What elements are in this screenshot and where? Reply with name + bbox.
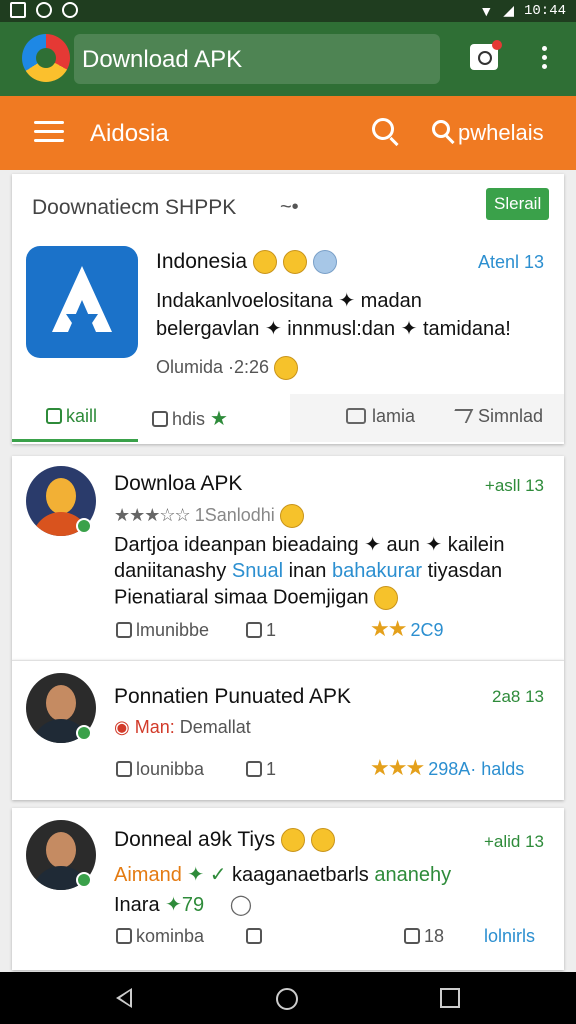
verified-badge-icon	[76, 518, 92, 534]
loading-icon: ~•	[280, 196, 299, 218]
post-card[interactable]: Ponnatien Punuated APK 2a8 13 ◉ Man: Dem…	[12, 660, 564, 800]
thumbs-up-icon	[116, 761, 132, 777]
system-navigation-bar	[0, 972, 576, 1024]
post-text: Dartjoa ideanpan bieadaing ✦ aun ✦ kaile…	[114, 534, 505, 556]
app-name-row: Indonesia	[156, 250, 337, 275]
like-button[interactable]: lounibba	[116, 759, 204, 780]
hdis-label: hdis	[172, 409, 206, 429]
emoji-icon	[312, 250, 337, 275]
emoji-icon	[282, 250, 307, 275]
rating-stars: ★★ 2C9	[370, 616, 444, 641]
notification-icons	[10, 2, 78, 18]
share-icon	[448, 409, 474, 423]
signal-icon: ◢	[503, 2, 514, 18]
comment-label: lamia	[372, 406, 416, 426]
search-icon-small[interactable]	[432, 120, 450, 138]
like-button[interactable]: kominba	[116, 926, 204, 947]
star-icon: ★	[210, 408, 228, 430]
post-link[interactable]: lolnirls	[484, 926, 535, 947]
site-title: Aidosia	[90, 120, 169, 147]
post-title: Donneal a9k Tiys	[114, 828, 276, 851]
rating-text: 1Sanlodhi	[194, 504, 275, 525]
app-description: Indakanlvoelositana ✦ madan	[156, 290, 422, 312]
vote-button[interactable]: 1	[246, 759, 276, 780]
post-subtitle: ◉ Man: Demallat	[114, 717, 251, 737]
status-bar: ▼ ◢ 10:44	[0, 0, 576, 22]
post-date: 2a8 13	[492, 687, 544, 706]
home-icon[interactable]	[276, 988, 298, 1010]
action-row: kaill hdis ★ lamia Simnlad	[12, 394, 564, 442]
post-card[interactable]: Downloa APK +asll 13 ★★★☆☆ 1Sanlodhi Dar…	[12, 456, 564, 660]
back-icon[interactable]	[116, 988, 132, 1008]
verified-badge-icon	[76, 872, 92, 888]
post-title-row[interactable]: Donneal a9k Tiys	[114, 828, 335, 853]
browser-toolbar: Download APK	[0, 22, 576, 96]
post-title[interactable]: Downloa APK	[114, 472, 242, 496]
thumbs-up-icon	[46, 408, 62, 424]
browser-logo-icon[interactable]	[22, 34, 70, 82]
thumbs-up-icon	[246, 622, 262, 638]
notification-icon	[62, 2, 78, 18]
notification-icon	[10, 2, 26, 18]
post-text: Pienatiaral simaa Doemjigan	[114, 586, 399, 610]
search-icon[interactable]	[372, 118, 394, 140]
camera-icon[interactable]	[470, 40, 502, 70]
card-header: Doownatiecm SHPPK	[32, 196, 237, 219]
post-text: daniitanashy Snual inan bahakurar tiyasd…	[114, 560, 503, 582]
system-icons: ▼ ◢ 10:44	[479, 2, 566, 19]
vote-button[interactable]: 1	[246, 620, 276, 641]
start-button[interactable]: Slerail	[486, 188, 550, 220]
header-right-label[interactable]: pwhelais	[458, 120, 544, 146]
notification-icon	[36, 2, 52, 18]
verified-badge-icon	[76, 725, 92, 741]
more-options-icon[interactable]	[540, 46, 548, 70]
featured-app-card: Doownatiecm SHPPK ~• Slerail Indonesia A…	[12, 174, 564, 444]
url-text: Download APK	[82, 46, 243, 73]
app-icon[interactable]	[26, 246, 138, 358]
url-bar[interactable]: Download APK	[74, 34, 440, 84]
post-text: Inara ✦79 ◯	[114, 894, 253, 916]
like-button[interactable]: kaill	[46, 406, 97, 427]
emoji-icon	[374, 586, 399, 610]
rating: ★★★☆☆ 1Sanlodhi	[114, 504, 304, 528]
post-date: Atenl 13	[477, 252, 544, 272]
thumbs-up-icon	[152, 411, 168, 427]
app-name: Indonesia	[156, 250, 248, 273]
emoji-icon	[280, 828, 305, 853]
post-card[interactable]: Donneal a9k Tiys +alid 13 Aimand ✦ ✓ kaa…	[12, 808, 564, 970]
comment-button[interactable]: lamia	[346, 406, 415, 427]
app-meta: Olumida ·2:26	[156, 356, 299, 380]
thumbs-up-icon	[116, 928, 132, 944]
comment-icon	[346, 408, 366, 424]
thumbs-up-icon	[404, 928, 420, 944]
post-text: Aimand ✦ ✓ kaaganaetbarls ananehy	[114, 864, 452, 886]
wifi-icon: ▼	[479, 2, 494, 19]
recent-apps-icon[interactable]	[440, 988, 460, 1008]
post-date: +alid 13	[483, 832, 544, 851]
share-label: Simnlad	[478, 406, 544, 426]
like-label: kaill	[66, 406, 98, 426]
vote-button[interactable]	[246, 926, 266, 947]
location-icon: ◉	[114, 717, 130, 737]
emoji-icon	[310, 828, 335, 853]
thumbs-up-icon	[246, 928, 262, 944]
post-date: +asll 13	[484, 476, 544, 495]
meta-text: Olumida ·2:26	[156, 356, 270, 377]
like-button[interactable]: lmunibbe	[116, 620, 209, 641]
thumbs-up-icon	[246, 761, 262, 777]
rating-stars: ★★★ 298A· halds	[370, 755, 525, 780]
site-header: Aidosia pwhelais	[0, 96, 576, 170]
emoji-icon	[252, 250, 277, 275]
emoji-icon	[274, 356, 299, 380]
app-description: belergavlan ✦ innmusl:dan ✦ tamidana!	[156, 318, 511, 340]
post-title[interactable]: Ponnatien Punuated APK	[114, 685, 351, 709]
hdis-button[interactable]: hdis ★	[152, 406, 228, 431]
emoji-icon	[279, 504, 304, 528]
share-button[interactable]: Simnlad	[448, 406, 544, 427]
menu-icon[interactable]	[34, 121, 64, 143]
clock: 10:44	[523, 2, 566, 19]
count-button[interactable]: 18	[404, 926, 444, 947]
comment-icon: ◯	[229, 894, 253, 916]
thumbs-up-icon	[116, 622, 132, 638]
